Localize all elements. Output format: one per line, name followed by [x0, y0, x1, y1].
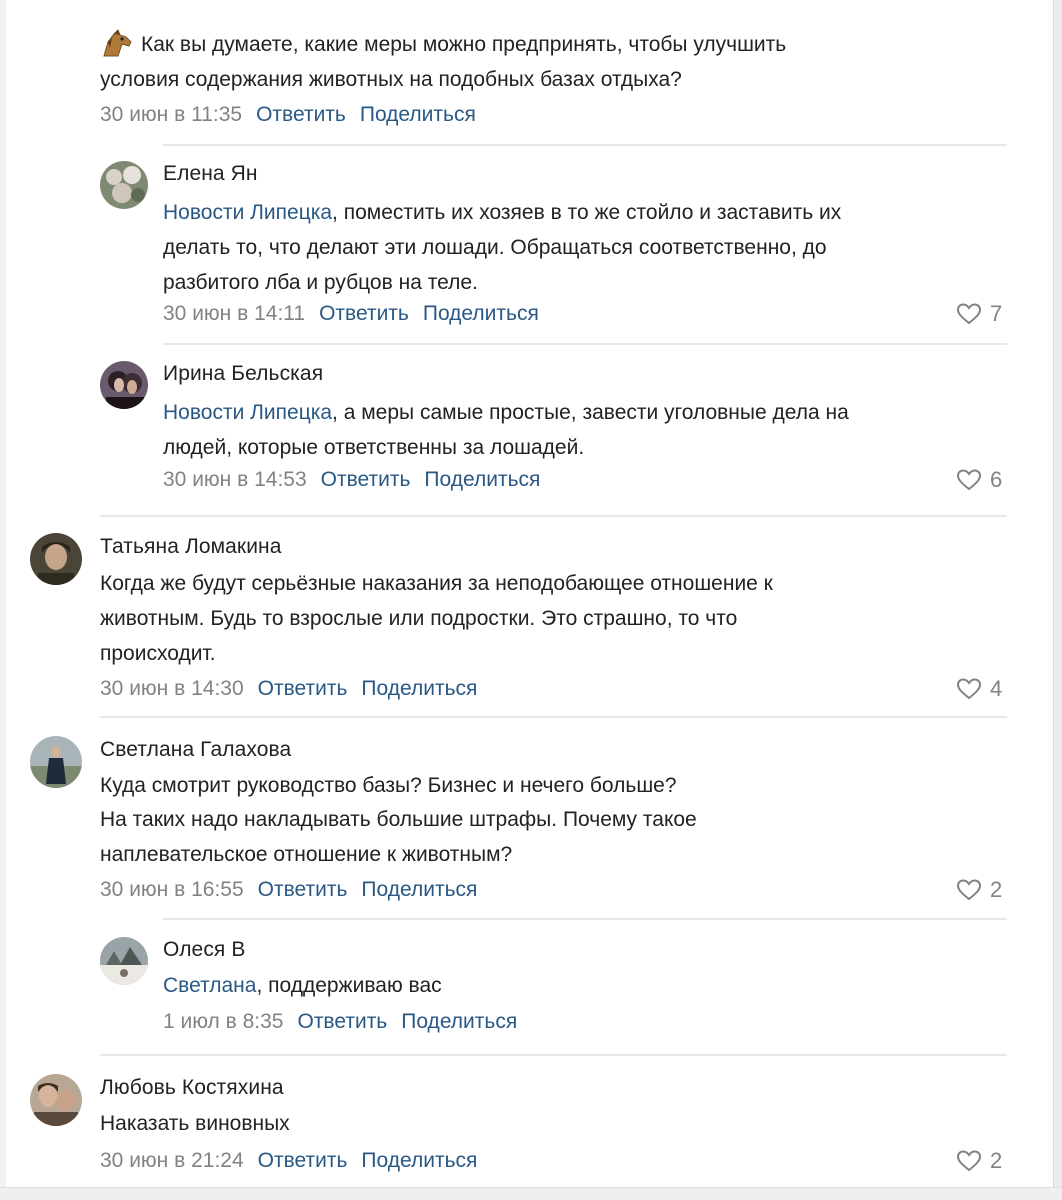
reply-link[interactable]: Ответить — [256, 103, 346, 126]
avatar[interactable] — [30, 533, 82, 585]
bottom-edge — [0, 1187, 1062, 1200]
reply-link[interactable]: Ответить — [258, 878, 348, 901]
avatar[interactable] — [30, 736, 82, 788]
avatar[interactable] — [100, 161, 148, 209]
share-link[interactable]: Поделиться — [401, 1010, 517, 1033]
comment-author[interactable]: Любовь Костяхина — [100, 1076, 284, 1100]
avatar[interactable] — [100, 361, 148, 409]
share-link[interactable]: Поделиться — [360, 103, 476, 126]
share-link[interactable]: Поделиться — [423, 302, 539, 325]
divider — [163, 918, 1007, 920]
heart-outline-icon — [956, 678, 982, 700]
comment-text-line1: Светлана, поддерживаю вас — [163, 974, 442, 997]
comment-author[interactable]: Елена Ян — [163, 162, 258, 186]
reply-link[interactable]: Ответить — [321, 468, 411, 491]
comment-text-line2: животным. Будь то взрослые или подростки… — [100, 607, 738, 630]
divider — [100, 716, 1007, 718]
like-button[interactable]: 4 — [956, 676, 1002, 702]
comment-text-line1: Новости Липецка, а меры самые простые, з… — [163, 401, 849, 424]
reply-link[interactable]: Ответить — [297, 1010, 387, 1033]
comment-text-line1: Когда же будут серьёзные наказания за не… — [100, 572, 773, 595]
like-button[interactable]: 7 — [956, 301, 1002, 327]
comment-author[interactable]: Светлана Галахова — [100, 738, 291, 762]
heart-outline-icon — [956, 879, 982, 901]
comment-time[interactable]: 30 июн в 14:53 — [163, 468, 307, 491]
divider — [163, 343, 1007, 345]
divider — [163, 144, 1007, 146]
heart-outline-icon — [956, 469, 982, 491]
divider — [100, 515, 1007, 517]
mention-link[interactable]: Новости Липецка — [163, 201, 332, 224]
like-count: 2 — [990, 877, 1003, 902]
like-count: 6 — [990, 467, 1003, 492]
like-button[interactable]: 2 — [956, 1148, 1002, 1174]
like-button[interactable]: 2 — [956, 877, 1002, 903]
comment-text-line2: людей, которые ответственны за лошадей. — [163, 436, 585, 459]
reply-link[interactable]: Ответить — [319, 302, 409, 325]
post-time[interactable]: 30 июн в 11:35 — [100, 103, 242, 126]
comment-text-line1: Новости Липецка, поместить их хозяев в т… — [163, 201, 842, 224]
share-link[interactable]: Поделиться — [361, 878, 477, 901]
comment-text-line3: разбитого лба и рубцов на теле. — [163, 271, 478, 294]
comment-author[interactable]: Олеся В — [163, 938, 245, 962]
like-button[interactable]: 6 — [956, 467, 1002, 493]
reply-link[interactable]: Ответить — [258, 677, 348, 700]
like-count: 4 — [990, 676, 1003, 701]
mention-link[interactable]: Светлана — [163, 974, 256, 997]
like-count: 2 — [990, 1148, 1003, 1173]
comment-time[interactable]: 30 июн в 14:11 — [163, 302, 305, 325]
comment-text-line3: наплевательское отношение к животным? — [100, 843, 513, 866]
heart-outline-icon — [956, 303, 982, 325]
divider — [100, 1054, 1007, 1056]
comment-meta: 1 июл в 8:35 Ответить Поделиться — [163, 1010, 517, 1034]
comment-text-line3: происходит. — [100, 642, 216, 665]
comment-meta: 30 июн в 14:53 Ответить Поделиться — [163, 468, 540, 492]
comment-time[interactable]: 30 июн в 21:24 — [100, 1149, 244, 1172]
comment-time[interactable]: 30 июн в 14:30 — [100, 677, 244, 700]
comment-meta: 30 июн в 14:30 Ответить Поделиться — [100, 677, 477, 701]
like-count: 7 — [990, 301, 1003, 326]
avatar[interactable] — [100, 937, 148, 985]
left-edge — [0, 0, 6, 1200]
share-link[interactable]: Поделиться — [424, 468, 540, 491]
post-meta: 30 июн в 11:35 Ответить Поделиться — [100, 103, 476, 127]
share-link[interactable]: Поделиться — [361, 677, 477, 700]
comment-meta: 30 июн в 21:24 Ответить Поделиться — [100, 1149, 477, 1173]
comment-text-line2: На таких надо накладывать большие штрафы… — [100, 808, 697, 831]
comment-author[interactable]: Ирина Бельская — [163, 362, 323, 386]
comment-text-line2: делать то, что делают эти лошади. Обраща… — [163, 236, 827, 259]
comment-author[interactable]: Татьяна Ломакина — [100, 535, 282, 559]
comment-time[interactable]: 30 июн в 16:55 — [100, 878, 244, 901]
post-question-line2: условия содержания животных на подобных … — [100, 68, 682, 91]
reply-link[interactable]: Ответить — [258, 1149, 348, 1172]
scrollbar-track[interactable] — [1053, 0, 1062, 1200]
comment-text-line1: Наказать виновных — [100, 1112, 290, 1135]
comment-text-line1: Куда смотрит руководство базы? Бизнес и … — [100, 774, 677, 797]
comment-time[interactable]: 1 июл в 8:35 — [163, 1010, 283, 1033]
heart-outline-icon — [956, 1150, 982, 1172]
mention-link[interactable]: Новости Липецка — [163, 401, 332, 424]
share-link[interactable]: Поделиться — [361, 1149, 477, 1172]
comment-meta: 30 июн в 14:11 Ответить Поделиться — [163, 302, 539, 326]
comment-meta: 30 июн в 16:55 Ответить Поделиться — [100, 878, 477, 902]
horse-face-icon — [100, 28, 134, 58]
avatar[interactable] — [30, 1074, 82, 1126]
post-question-line1: Как вы думаете, какие меры можно предпри… — [141, 33, 787, 56]
